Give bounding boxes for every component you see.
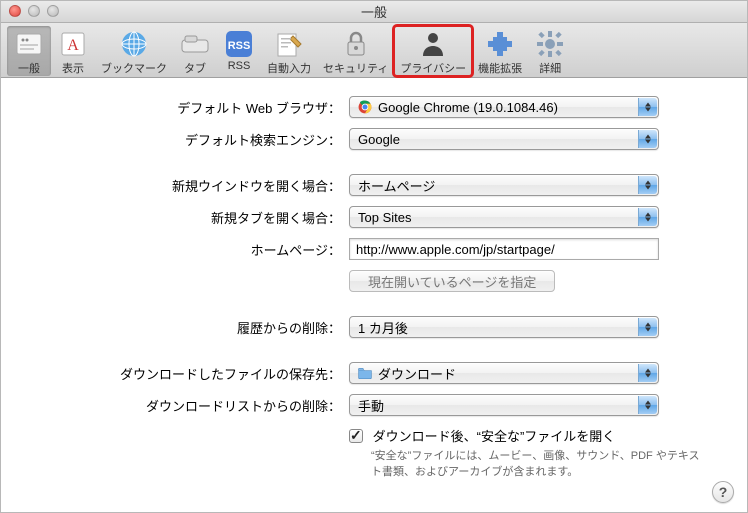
- new-tab-select[interactable]: Top Sites: [349, 206, 659, 228]
- minimize-window-button[interactable]: [28, 5, 40, 17]
- label-homepage: ホームページ：: [25, 240, 349, 259]
- open-safe-files-text: ダウンロード後、“安全な”ファイルを開く: [373, 429, 616, 444]
- toolbar-item-label: 表示: [62, 60, 84, 76]
- toolbar-item-security[interactable]: セキュリティ: [317, 26, 394, 76]
- label-default-search: デフォルト検索エンジン：: [25, 130, 349, 149]
- toolbar-item-autofill[interactable]: 自動入力: [261, 26, 317, 76]
- default-search-value: Google: [358, 132, 400, 147]
- downloads-location-select[interactable]: ダウンロード: [349, 362, 659, 384]
- close-window-button[interactable]: [9, 5, 21, 17]
- window-title: 一般: [361, 2, 387, 21]
- label-new-tab: 新規タブを開く場合：: [25, 208, 349, 227]
- toolbar-item-label: タブ: [184, 60, 206, 76]
- remove-download-list-value: 手動: [358, 396, 384, 415]
- toolbar-item-label: 詳細: [539, 60, 561, 76]
- toolbar-item-tabs[interactable]: タブ: [173, 26, 217, 76]
- new-window-select[interactable]: ホームページ: [349, 174, 659, 196]
- extensions-icon: [484, 28, 516, 60]
- toolbar-item-label: セキュリティ: [323, 60, 388, 76]
- open-safe-files-label[interactable]: ダウンロード後、“安全な”ファイルを開く: [349, 429, 615, 444]
- label-remove-history: 履歴からの削除：: [25, 318, 349, 337]
- toolbar-item-appearance[interactable]: A 表示: [51, 26, 95, 76]
- svg-text:A: A: [67, 37, 79, 54]
- folder-icon: [358, 367, 372, 379]
- open-safe-files-checkbox[interactable]: [349, 429, 363, 443]
- help-button[interactable]: ?: [712, 481, 734, 503]
- default-search-select[interactable]: Google: [349, 128, 659, 150]
- toolbar-item-label: プライバシー: [400, 60, 466, 76]
- titlebar: 一般: [1, 1, 747, 23]
- general-pane: デフォルト Web ブラウザ： Google Chrome (19.0.1084…: [1, 78, 747, 493]
- open-safe-files-description: “安全な”ファイルには、ムービー、画像、サウンド、PDF やテキスト書類、および…: [371, 449, 701, 481]
- remove-download-list-select[interactable]: 手動: [349, 394, 659, 416]
- bookmarks-icon: [118, 28, 150, 60]
- chrome-icon: [358, 100, 372, 114]
- privacy-icon: [417, 28, 449, 60]
- label-downloads-to: ダウンロードしたファイルの保存先：: [25, 364, 349, 383]
- label-new-window: 新規ウインドウを開く場合：: [25, 176, 349, 195]
- appearance-icon: A: [57, 28, 89, 60]
- toolbar-item-rss[interactable]: RSS RSS: [217, 26, 261, 72]
- default-browser-select[interactable]: Google Chrome (19.0.1084.46): [349, 96, 659, 118]
- toolbar-item-label: 機能拡張: [478, 60, 522, 76]
- toolbar-item-label: RSS: [228, 60, 251, 72]
- toolbar-item-advanced[interactable]: 詳細: [528, 26, 572, 76]
- toolbar-item-general[interactable]: 一般: [7, 26, 51, 76]
- security-icon: [340, 28, 372, 60]
- label-default-browser: デフォルト Web ブラウザ：: [25, 98, 349, 117]
- toolbar-item-bookmarks[interactable]: ブックマーク: [95, 26, 173, 76]
- advanced-icon: [534, 28, 566, 60]
- toolbar-item-label: 一般: [18, 60, 40, 76]
- toolbar-item-label: 自動入力: [267, 60, 311, 76]
- remove-history-value: 1 カ月後: [358, 318, 408, 337]
- toolbar-item-label: ブックマーク: [101, 60, 167, 76]
- toolbar-item-extensions[interactable]: 機能拡張: [472, 26, 528, 76]
- default-browser-value: Google Chrome (19.0.1084.46): [378, 100, 558, 115]
- tabs-icon: [179, 28, 211, 60]
- remove-history-select[interactable]: 1 カ月後: [349, 316, 659, 338]
- svg-text:RSS: RSS: [228, 40, 251, 52]
- rss-icon: RSS: [223, 28, 255, 60]
- toolbar-item-privacy[interactable]: プライバシー: [394, 26, 472, 76]
- new-window-value: ホームページ: [358, 176, 435, 195]
- new-tab-value: Top Sites: [358, 210, 411, 225]
- homepage-input[interactable]: [349, 238, 659, 260]
- zoom-window-button[interactable]: [47, 5, 59, 17]
- downloads-location-value: ダウンロード: [378, 364, 456, 383]
- set-current-page-button[interactable]: 現在開いているページを指定: [349, 270, 555, 292]
- label-remove-dlist: ダウンロードリストからの削除：: [25, 396, 349, 415]
- preferences-toolbar: 一般 A 表示 ブックマーク タブ RSS RSS 自動入力セキュリティプライバシー機能拡張 詳…: [1, 23, 747, 78]
- window-controls: [9, 5, 59, 17]
- general-icon: [13, 28, 45, 60]
- autofill-icon: [273, 28, 305, 60]
